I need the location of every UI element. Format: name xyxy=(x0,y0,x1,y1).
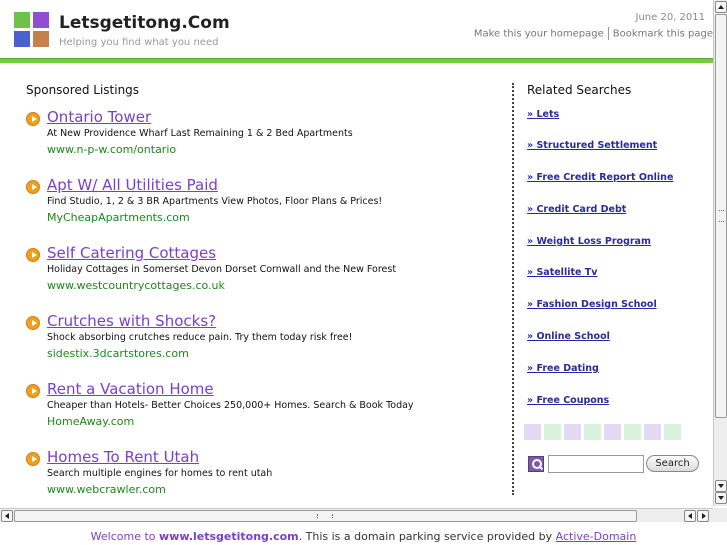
arrow-bullet-icon xyxy=(26,316,40,330)
scroll-left-icon[interactable] xyxy=(1,510,13,522)
scroll-left-icon[interactable] xyxy=(684,510,696,522)
scroll-down-icon[interactable] xyxy=(715,492,727,504)
footer-domain: www.letsgetitong.com xyxy=(159,530,299,543)
header-date: June 20, 2011 xyxy=(635,12,706,23)
bookmark-link[interactable]: Bookmark this page xyxy=(613,29,713,40)
listing-url-link[interactable]: www.webcrawler.com xyxy=(47,483,166,496)
scrollbar-corner xyxy=(713,508,727,522)
listing-description: At New Providence Wharf Last Remaining 1… xyxy=(47,128,353,139)
page-header: Letsgetitong.Com Helping you find what y… xyxy=(0,0,713,58)
color-swatch xyxy=(564,424,581,440)
related-search-link[interactable]: » Free Credit Report Online xyxy=(527,172,673,183)
vertical-scroll-thumb[interactable] xyxy=(715,14,727,418)
listing-title-link[interactable]: Homes To Rent Utah xyxy=(47,448,199,466)
scroll-down-icon[interactable] xyxy=(715,480,727,492)
listing-title-link[interactable]: Crutches with Shocks? xyxy=(47,312,216,330)
related-search-link[interactable]: » Lets xyxy=(527,109,559,120)
color-swatch xyxy=(644,424,661,440)
related-search-link[interactable]: » Weight Loss Program xyxy=(527,236,651,247)
footer-text: Welcome to xyxy=(90,530,160,543)
related-searches-title: Related Searches xyxy=(527,83,632,97)
site-logo-icon xyxy=(14,12,50,48)
horizontal-scrollbar[interactable] xyxy=(0,508,713,522)
header-links: Make this your homepage Bookmark this pag… xyxy=(474,27,713,40)
listing-url-link[interactable]: www.n-p-w.com/ontario xyxy=(47,143,176,156)
arrow-bullet-icon xyxy=(26,180,40,194)
listing-description: Cheaper than Hotels- Better Choices 250,… xyxy=(47,400,414,411)
color-swatch xyxy=(524,424,541,440)
color-swatch xyxy=(664,424,681,440)
listing-description: Search multiple engines for homes to ren… xyxy=(47,468,273,479)
color-swatch xyxy=(544,424,561,440)
related-search-link[interactable]: » Online School xyxy=(527,331,610,342)
color-swatch xyxy=(604,424,621,440)
listing-url-link[interactable]: sidestix.3dcartstores.com xyxy=(47,347,189,360)
related-search-link[interactable]: » Satellite Tv xyxy=(527,267,597,278)
search-icon xyxy=(528,456,544,472)
listing-title-link[interactable]: Self Catering Cottages xyxy=(47,244,216,262)
listing-description: Find Studio, 1, 2 & 3 BR Apartments View… xyxy=(47,196,383,207)
column-divider xyxy=(512,83,514,495)
color-swatch xyxy=(584,424,601,440)
horizontal-scroll-thumb[interactable] xyxy=(14,510,637,522)
listing-description: Holiday Cottages in Somerset Devon Dorse… xyxy=(47,264,397,275)
make-homepage-link[interactable]: Make this your homepage xyxy=(474,29,604,40)
header-accent-bar xyxy=(0,58,713,63)
site-title: Letsgetitong.Com xyxy=(59,13,230,33)
site-tagline: Helping you find what you need xyxy=(59,37,219,48)
sponsored-listings-title: Sponsored Listings xyxy=(26,83,140,97)
scroll-up-icon[interactable] xyxy=(715,1,727,13)
arrow-bullet-icon xyxy=(26,452,40,466)
search-button[interactable]: Search xyxy=(646,455,699,472)
active-domain-link[interactable]: Active-Domain xyxy=(556,530,637,543)
listing-description: Shock absorbing crutches reduce pain. Tr… xyxy=(47,332,353,343)
vertical-scrollbar[interactable] xyxy=(713,0,727,506)
color-swatch xyxy=(624,424,641,440)
listing-title-link[interactable]: Rent a Vacation Home xyxy=(47,380,214,398)
listing-url-link[interactable]: HomeAway.com xyxy=(47,415,134,428)
related-search-link[interactable]: » Structured Settlement xyxy=(527,140,657,151)
scroll-right-icon[interactable] xyxy=(697,510,709,522)
listing-title-link[interactable]: Ontario Tower xyxy=(47,108,151,126)
arrow-bullet-icon xyxy=(26,112,40,126)
related-search-link[interactable]: » Fashion Design School xyxy=(527,299,657,310)
related-search-link[interactable]: » Credit Card Debt xyxy=(527,204,626,215)
arrow-bullet-icon xyxy=(26,248,40,262)
link-separator xyxy=(607,27,609,40)
arrow-bullet-icon xyxy=(26,384,40,398)
footer-text: . This is a domain parking service provi… xyxy=(298,530,556,543)
search-input[interactable] xyxy=(548,455,644,473)
related-search-link[interactable]: » Free Dating xyxy=(527,363,599,374)
listing-title-link[interactable]: Apt W/ All Utilities Paid xyxy=(47,176,218,194)
listing-url-link[interactable]: MyCheapApartments.com xyxy=(47,211,190,224)
page-footer: Welcome to www.letsgetitong.com. This is… xyxy=(0,530,727,543)
related-search-link[interactable]: » Free Coupons xyxy=(527,395,609,406)
listing-url-link[interactable]: www.westcountrycottages.co.uk xyxy=(47,279,225,292)
